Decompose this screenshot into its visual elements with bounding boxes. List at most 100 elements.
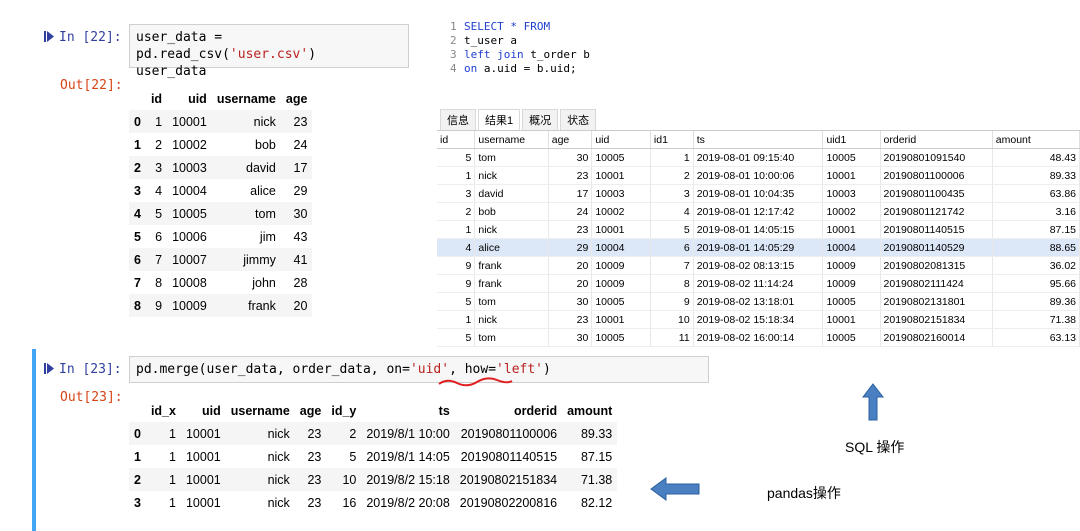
grid-row[interactable]: 4 alice 29 10004 6 2019-08-01 14:05:29 10004 20…: [437, 238, 1080, 257]
grid-column-header[interactable]: ts: [693, 131, 824, 149]
grid-cell: 10001: [822, 166, 881, 185]
table-cell: 5: [155, 206, 163, 221]
cell-22-code-input[interactable]: user_data = pd.read_csv('user.csv') user…: [129, 24, 409, 79]
grid-cell: 2019-08-02 15:18:34: [693, 310, 824, 329]
column-header: uid: [188, 92, 207, 106]
column-header: username: [216, 92, 276, 106]
grid-cell: tom: [474, 328, 549, 347]
table-cell: 10009: [172, 298, 207, 313]
grid-cell: 10005: [822, 148, 881, 167]
tab-3[interactable]: 状态: [560, 109, 597, 130]
table-cell: nick: [267, 449, 290, 464]
table-cell: 1: [169, 449, 176, 464]
table-cell: 87.15: [580, 449, 613, 464]
sql-line: 3 left join t_order b: [450, 48, 590, 62]
run-cell-icon[interactable]: [44, 363, 54, 374]
grid-cell: 1: [437, 310, 476, 329]
grid-cell: 10002: [591, 202, 651, 221]
table-cell: 20190801100006: [460, 426, 558, 441]
line-number: 3: [450, 48, 457, 61]
grid-cell: 2019-08-02 11:14:24: [693, 274, 824, 293]
grid-cell: 1: [650, 148, 694, 167]
table-cell: 4: [155, 183, 163, 198]
grid-cell: 2019-08-01 12:17:42: [693, 202, 824, 221]
grid-cell: 10001: [822, 220, 881, 239]
grid-row[interactable]: 1 nick 23 10001 10 2019-08-02 15:18:34 10001 20…: [437, 310, 1080, 329]
grid-column-header[interactable]: id: [437, 131, 476, 149]
row-index: 2: [134, 160, 141, 175]
table-cell: jimmy: [243, 252, 276, 267]
sql-text: t_user a: [464, 34, 517, 47]
grid-row[interactable]: 3 david 17 10003 3 2019-08-01 10:04:35 10003 20…: [437, 184, 1080, 203]
table-row: 4 5 10005 tom 30: [129, 202, 313, 225]
grid-cell: 5: [437, 292, 476, 311]
column-header: amount: [567, 404, 613, 418]
table-cell: 23: [293, 114, 308, 129]
grid-row[interactable]: 5 tom 30 10005 11 2019-08-02 16:00:14 10005 201…: [437, 328, 1080, 347]
table-row: 0 1 10001 nick 23: [129, 110, 313, 133]
grid-cell: 10005: [822, 292, 881, 311]
grid-row[interactable]: 5 tom 30 10005 9 2019-08-02 13:18:01 10005 2019…: [437, 292, 1080, 311]
grid-cell: 3: [437, 184, 476, 203]
grid-cell: 2019-08-01 10:00:06: [693, 166, 824, 185]
grid-row[interactable]: 5 tom 30 10005 1 2019-08-01 09:15:40 10005 2019…: [437, 148, 1080, 167]
table-cell: 20190802151834: [459, 472, 558, 487]
grid-cell: 87.15: [992, 220, 1080, 239]
column-header: orderid: [514, 404, 558, 418]
table-row: 3 4 10004 alice 29: [129, 179, 312, 202]
table-cell: 2019/8/1 14:05: [366, 449, 450, 464]
grid-column-header[interactable]: orderid: [880, 131, 993, 149]
grid-cell: 10005: [591, 148, 651, 167]
grid-row[interactable]: 2 bob 24 10002 4 2019-08-01 12:17:42 10002 2019…: [437, 202, 1080, 221]
sql-text: t_order b: [523, 48, 590, 61]
column-header: id: [150, 92, 163, 106]
grid-cell: 2019-08-01 09:15:40: [693, 148, 824, 167]
grid-column-header[interactable]: id1: [650, 131, 694, 149]
grid-cell: 36.02: [992, 256, 1080, 275]
table-cell: 10: [342, 472, 357, 487]
table-cell: nick: [253, 114, 276, 129]
grid-cell: 2019-08-01 10:04:35: [693, 184, 824, 203]
grid-cell: 20190801140529: [880, 238, 993, 257]
grid-column-header[interactable]: uid1: [822, 131, 881, 149]
grid-cell: bob: [474, 202, 549, 221]
grid-column-header[interactable]: age: [548, 131, 593, 149]
table-cell: 23: [307, 426, 322, 441]
grid-column-header[interactable]: username: [474, 131, 549, 149]
grid-cell: 1: [437, 220, 476, 239]
tab-2[interactable]: 概况: [522, 109, 559, 130]
table-row: 7 8 10008 john 28: [129, 271, 312, 294]
grid-cell: 2019-08-01 14:05:15: [693, 220, 824, 239]
cell-23-in-prompt: In [23]:: [44, 362, 122, 377]
selected-cell-indicator: [32, 349, 36, 531]
row-index: 3: [134, 183, 141, 198]
table-cell: 89.33: [580, 426, 613, 441]
grid-row[interactable]: 9 frank 20 10009 8 2019-08-02 11:14:24 10009 20…: [437, 274, 1080, 293]
result-tabs: 信息 结果1 概况 状态: [440, 109, 598, 130]
tab-0[interactable]: 信息: [440, 109, 476, 130]
grid-row[interactable]: 1 nick 23 10001 2 2019-08-01 10:00:06 10001 201…: [437, 166, 1080, 185]
table-cell: 23: [307, 472, 322, 487]
grid-cell: 20190801140515: [880, 220, 993, 239]
pandas-operation-label: pandas操作: [767, 485, 841, 501]
cell-23-code-input[interactable]: pd.merge(user_data, order_data, on='uid'…: [129, 356, 709, 383]
line-number: 1: [450, 20, 457, 33]
table-cell: 10004: [172, 183, 207, 198]
sql-result-grid[interactable]: id username age uid id1 ts uid1 orderid amount 5 t…: [437, 130, 1080, 352]
run-cell-icon[interactable]: [44, 31, 54, 42]
table-cell: nick: [267, 426, 290, 441]
column-header: age: [285, 92, 308, 106]
grid-cell: 88.65: [992, 238, 1080, 257]
row-index: 7: [134, 275, 141, 290]
grid-column-header[interactable]: uid: [591, 131, 651, 149]
tab-1[interactable]: 结果1: [478, 109, 521, 130]
sql-editor[interactable]: 1 SELECT * FROM 2 t_user a 3 left join t_orde…: [450, 20, 590, 76]
grid-cell: 17: [548, 184, 593, 203]
grid-row[interactable]: 9 frank 20 10009 7 2019-08-02 08:13:15 10009 20…: [437, 256, 1080, 275]
grid-column-header[interactable]: amount: [992, 131, 1080, 149]
table-cell: 10001: [172, 114, 207, 129]
sql-keyword: SELECT * FROM: [464, 20, 551, 33]
grid-row[interactable]: 1 nick 23 10001 5 2019-08-01 14:05:15 10001 201…: [437, 220, 1080, 239]
table-body: 0 1 10001 nick 23 2 2019/8/1 10:00 201908011000…: [129, 422, 618, 514]
grid-cell: 2019-08-02 13:18:01: [693, 292, 824, 311]
